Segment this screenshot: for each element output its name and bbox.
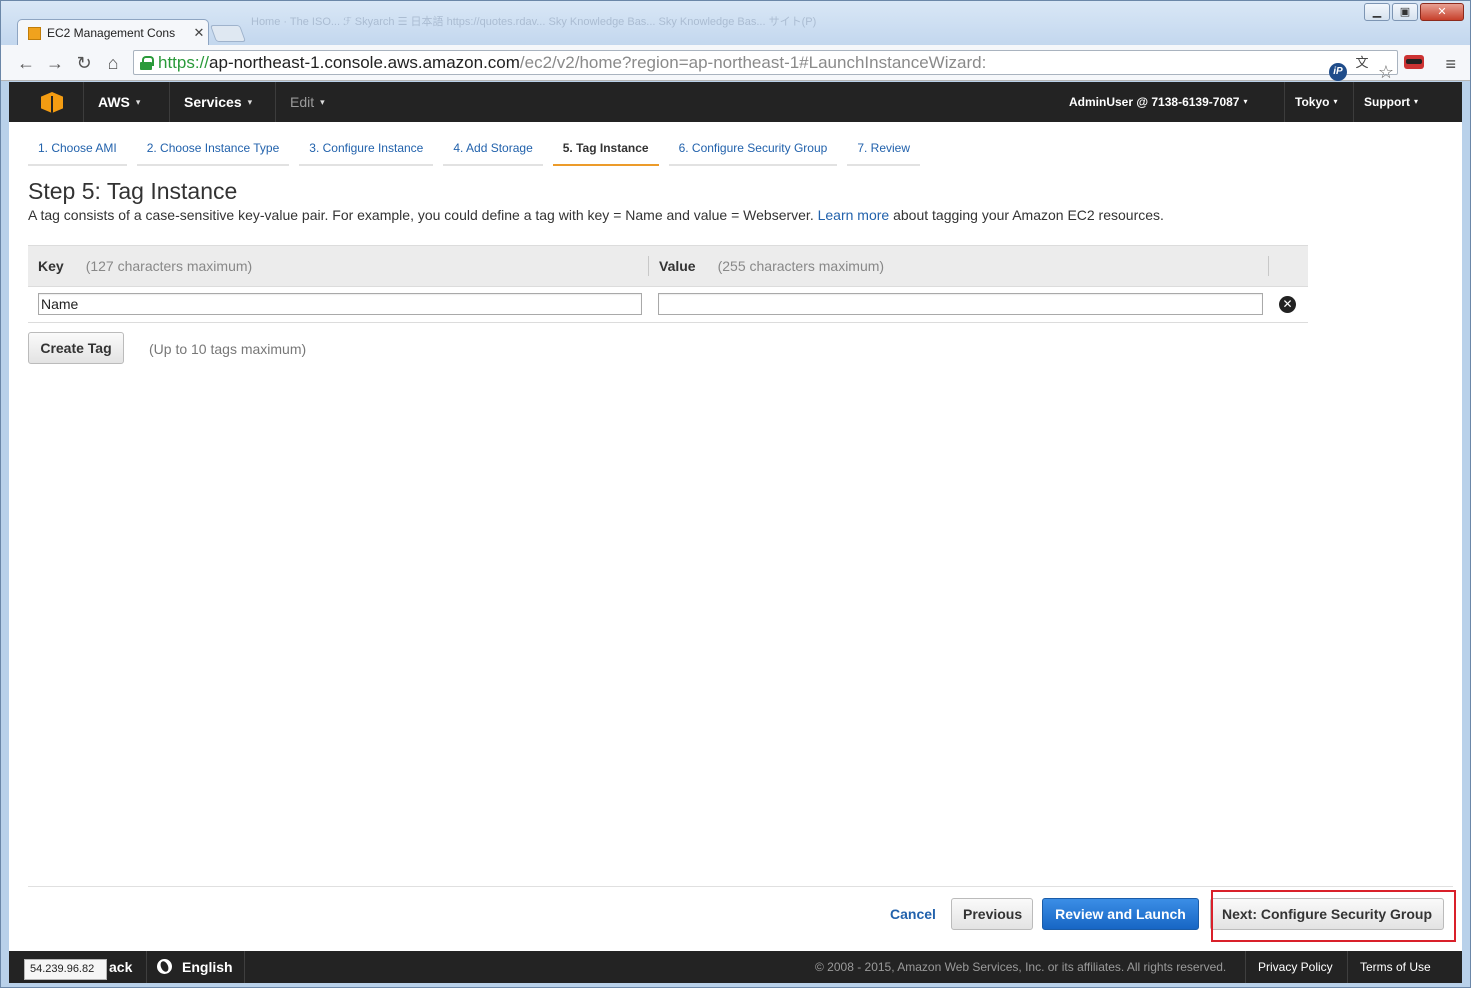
tag-key-input[interactable]: Name bbox=[38, 293, 642, 315]
aws-navbar: AWS ▾ Services ▾ Edit ▾ AdminUser @ 7138… bbox=[9, 82, 1462, 122]
review-and-launch-button[interactable]: Review and Launch bbox=[1042, 898, 1199, 930]
chevron-down-icon: ▾ bbox=[320, 97, 325, 107]
status-ip-tooltip: 54.239.96.82 bbox=[24, 959, 107, 980]
wizard-content: 1. Choose AMI 2. Choose Instance Type 3.… bbox=[9, 122, 1462, 951]
region-menu[interactable]: Tokyo ▾ bbox=[1284, 82, 1347, 122]
address-bar[interactable]: https:// ap-northeast-1.console.aws.amaz… bbox=[133, 50, 1398, 75]
aws-menu[interactable]: AWS ▾ bbox=[83, 82, 154, 122]
language-label: English bbox=[182, 959, 233, 975]
forward-icon[interactable]: → bbox=[44, 53, 66, 73]
tag-table: Key (127 characters maximum) Value (255 ch… bbox=[28, 245, 1308, 323]
value-column-header: Value (255 characters maximum) bbox=[649, 246, 884, 286]
chevron-down-icon: ▾ bbox=[135, 97, 141, 107]
url-host: ap-northeast-1.console.aws.amazon.com bbox=[209, 52, 520, 72]
minimize-button[interactable]: ▁ bbox=[1364, 3, 1390, 21]
home-icon[interactable]: ⌂ bbox=[102, 53, 124, 73]
divider bbox=[28, 886, 1453, 887]
url-path: /ec2/v2/home?region=ap-northeast-1#Launc… bbox=[519, 52, 987, 72]
support-label: Support bbox=[1364, 95, 1410, 109]
edit-label: Edit bbox=[290, 94, 315, 110]
language-selector[interactable]: English bbox=[146, 951, 233, 983]
chevron-down-icon: ▾ bbox=[247, 97, 253, 107]
restore-button[interactable]: ▣ bbox=[1392, 3, 1418, 21]
services-menu[interactable]: Services ▾ bbox=[169, 82, 266, 122]
step-configure-instance[interactable]: 3. Configure Instance bbox=[299, 138, 434, 166]
globe-icon bbox=[157, 959, 172, 974]
copyright-text: © 2008 - 2015, Amazon Web Services, Inc.… bbox=[815, 960, 1227, 974]
step-tag-instance[interactable]: 5. Tag Instance bbox=[552, 138, 659, 166]
remove-tag-icon[interactable]: ✕ bbox=[1279, 296, 1296, 313]
step-review[interactable]: 7. Review bbox=[847, 138, 920, 166]
cancel-link[interactable]: Cancel bbox=[890, 906, 936, 922]
aws-menu-label: AWS bbox=[98, 94, 130, 110]
step-choose-instance-type[interactable]: 2. Choose Instance Type bbox=[136, 138, 290, 166]
account-menu[interactable]: AdminUser @ 7138-6139-7087 ▾ bbox=[1059, 82, 1257, 122]
support-menu[interactable]: Support ▾ bbox=[1353, 82, 1428, 122]
bookmark-star-icon[interactable]: ☆ bbox=[1377, 63, 1395, 81]
column-divider bbox=[1268, 256, 1269, 276]
terms-of-use-link[interactable]: Terms of Use bbox=[1347, 951, 1443, 983]
chevron-down-icon: ▾ bbox=[1414, 97, 1419, 106]
create-tag-hint: (Up to 10 tags maximum) bbox=[149, 341, 307, 357]
tab-title: EC2 Management Cons bbox=[47, 26, 176, 40]
aws-cube-icon bbox=[28, 26, 41, 40]
learn-more-link[interactable]: Learn more bbox=[818, 207, 890, 223]
page-description: A tag consists of a case-sensitive key-v… bbox=[28, 207, 1164, 223]
table-row: Name ✕ bbox=[28, 287, 1308, 323]
description-text-after: about tagging your Amazon EC2 resources. bbox=[893, 207, 1164, 223]
aws-logo-icon[interactable] bbox=[41, 92, 63, 113]
url-scheme: https:// bbox=[158, 52, 210, 72]
highlight-annotation bbox=[1211, 890, 1456, 942]
key-header-label: Key bbox=[38, 258, 64, 274]
divider bbox=[244, 951, 245, 983]
edit-menu[interactable]: Edit ▾ bbox=[275, 82, 339, 122]
browser-window: EC2 Management Cons ✕ Home · The ISO... … bbox=[0, 0, 1471, 988]
feedback-link[interactable]: ack bbox=[109, 951, 132, 983]
new-tab-button[interactable] bbox=[209, 25, 247, 42]
incognito-mask-icon[interactable] bbox=[1404, 55, 1424, 69]
lock-icon bbox=[140, 55, 154, 70]
description-text: A tag consists of a case-sensitive key-v… bbox=[28, 207, 814, 223]
chevron-down-icon: ▾ bbox=[1333, 97, 1338, 106]
close-window-button[interactable]: ✕ bbox=[1420, 3, 1464, 21]
step-add-storage[interactable]: 4. Add Storage bbox=[443, 138, 543, 166]
ip-extension-icon[interactable]: iP bbox=[1329, 63, 1347, 81]
step-configure-security-group[interactable]: 6. Configure Security Group bbox=[668, 138, 838, 166]
tag-value-input[interactable] bbox=[658, 293, 1263, 315]
browser-titlebar: EC2 Management Cons ✕ Home · The ISO... … bbox=[1, 1, 1470, 46]
back-icon[interactable]: ← bbox=[15, 53, 37, 73]
value-header-hint: (255 characters maximum) bbox=[717, 258, 885, 274]
tag-table-header: Key (127 characters maximum) Value (255 ch… bbox=[28, 245, 1308, 287]
value-header-label: Value bbox=[659, 258, 696, 274]
services-label: Services bbox=[184, 94, 242, 110]
create-tag-button[interactable]: Create Tag bbox=[28, 332, 124, 364]
privacy-policy-link[interactable]: Privacy Policy bbox=[1245, 951, 1345, 983]
region-label: Tokyo bbox=[1295, 95, 1330, 109]
window-controls: ▁ ▣ ✕ bbox=[1364, 3, 1464, 21]
step-choose-ami[interactable]: 1. Choose AMI bbox=[28, 138, 127, 166]
tab-close-icon[interactable]: ✕ bbox=[190, 25, 208, 41]
console-footer: ack English © 2008 - 2015, Amazon Web Se… bbox=[9, 951, 1462, 983]
previous-button[interactable]: Previous bbox=[951, 898, 1033, 930]
browser-tab[interactable]: EC2 Management Cons ✕ bbox=[17, 19, 209, 46]
key-header-hint: (127 characters maximum) bbox=[85, 258, 253, 274]
chevron-down-icon: ▾ bbox=[1243, 97, 1248, 106]
key-column-header: Key (127 characters maximum) bbox=[28, 246, 252, 286]
page-title: Step 5: Tag Instance bbox=[28, 178, 238, 204]
browser-toolbar: ← → ↻ ⌂ https:// ap-northeast-1.console.… bbox=[1, 45, 1470, 90]
reload-icon[interactable]: ↻ bbox=[73, 53, 95, 73]
wizard-steps: 1. Choose AMI 2. Choose Instance Type 3.… bbox=[28, 138, 920, 166]
browser-menu-icon[interactable]: ≡ bbox=[1445, 54, 1456, 75]
account-label: AdminUser @ 7138-6139-7087 bbox=[1069, 95, 1240, 109]
background-tabs: Home · The ISO... ℱ Skyarch ☰ 日本語 https:… bbox=[251, 16, 817, 28]
